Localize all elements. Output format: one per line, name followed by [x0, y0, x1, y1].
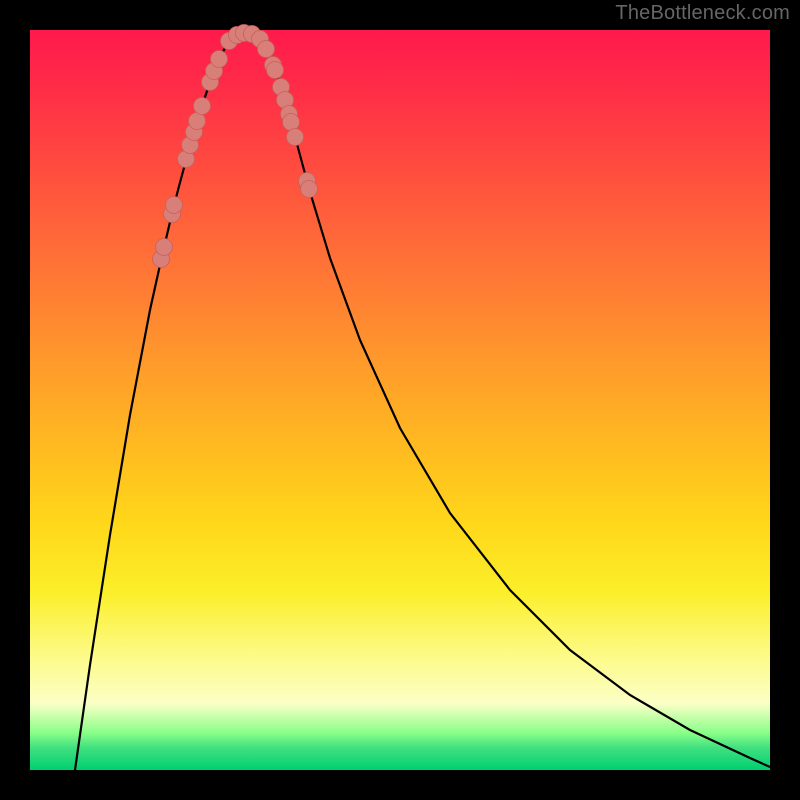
- data-dot: [189, 113, 206, 130]
- plot-area: [30, 30, 770, 770]
- data-dots: [153, 25, 318, 268]
- data-dot: [301, 181, 318, 198]
- data-dot: [287, 129, 304, 146]
- curve-left-branch: [75, 31, 240, 770]
- chart-container: TheBottleneck.com: [0, 0, 800, 800]
- data-dot: [156, 239, 173, 256]
- curve-right-branch: [240, 31, 770, 767]
- data-dot: [166, 197, 183, 214]
- watermark-text: TheBottleneck.com: [615, 2, 790, 25]
- data-dot: [211, 51, 228, 68]
- curve-svg: [30, 30, 770, 770]
- data-dot: [283, 114, 300, 131]
- data-dot: [258, 41, 275, 58]
- data-dot: [267, 62, 284, 79]
- data-dot: [194, 98, 211, 115]
